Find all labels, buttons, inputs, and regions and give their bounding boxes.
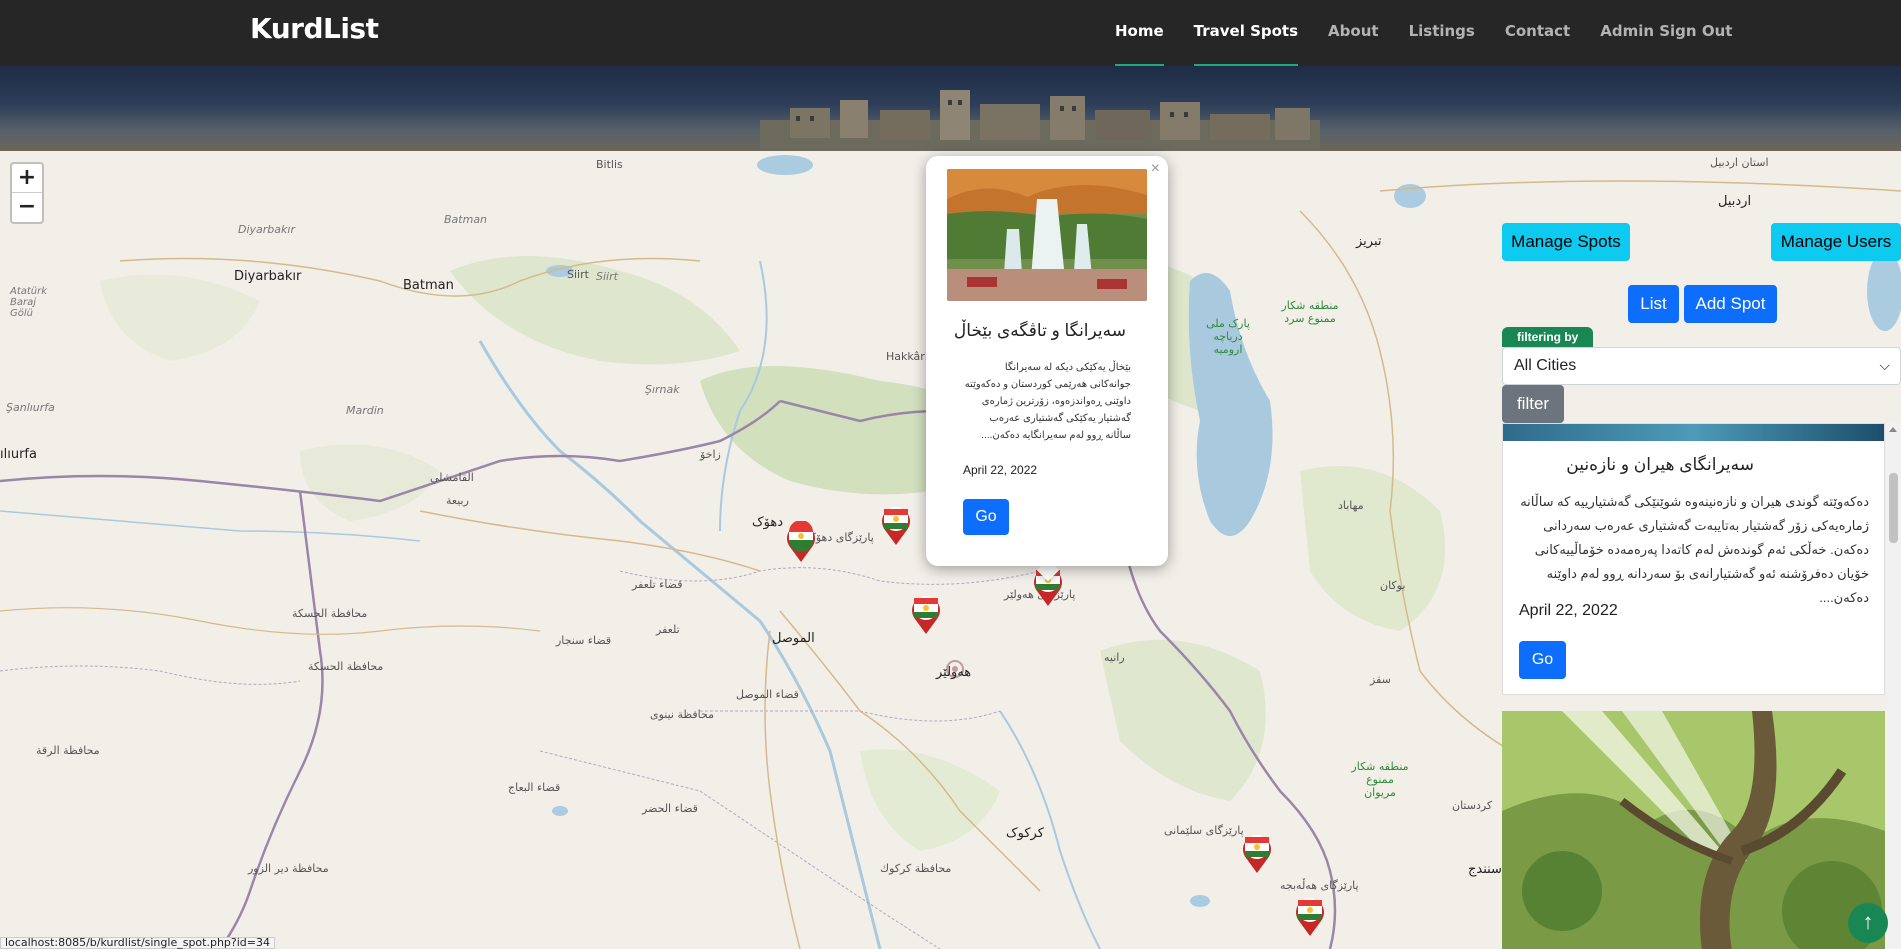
map-label-baaj: قضاء البعاج	[508, 781, 561, 794]
map-popup: × سەیرانگا و تاڤگەی بێخاڵ بێخاڵ یەکێکی د…	[926, 156, 1168, 566]
spot-card-description: دەکەوێتە گوندی هیران و نازەنینەوە شوێنێک…	[1520, 494, 1869, 605]
nav-about[interactable]: About	[1313, 0, 1394, 66]
map-label-diyarbakir: Diyarbakır	[234, 269, 302, 284]
map-label-talafar-2: تلعفر	[656, 623, 680, 636]
map-label-mahabad: مهاباد	[1338, 499, 1364, 512]
map-label-halabja-spot: پارێزگای هەڵەبجە	[1280, 879, 1359, 892]
list-button[interactable]: List	[1628, 285, 1679, 323]
map-label-hasakah-2: محافظة الحسكة	[308, 660, 384, 673]
map-label-rabia: ربیعة	[446, 494, 469, 507]
map-label-zakho: زاخۆ	[700, 448, 721, 461]
chevron-down-icon: ⌵	[1879, 357, 1890, 373]
map-label-raqqa: محافظة الرقة	[36, 744, 100, 757]
nav-admin-sign-out[interactable]: Admin Sign Out	[1585, 0, 1747, 66]
back-to-top-button[interactable]: ↑	[1848, 903, 1888, 943]
map-label-kirkuk-gov: محافظة كركوك	[880, 862, 952, 875]
nav-contact[interactable]: Contact	[1490, 0, 1585, 66]
scrollbar-thumb[interactable]	[1889, 473, 1898, 543]
spot-card-image-2	[1502, 711, 1885, 949]
map-label-bitlis: Bitlis	[596, 158, 623, 171]
map-label-siirt: Siirt	[567, 268, 589, 281]
hero-image	[0, 66, 1901, 151]
map-label-mosul: الموصل	[772, 631, 815, 646]
map-label-ninawa: محافظة نينوى	[650, 708, 715, 721]
popup-description: بێخاڵ یەکێکی دیکە لە سەیرانگا جوانەکانی …	[964, 362, 1131, 441]
map-label-hakkari: Hakkâri	[886, 350, 928, 363]
manage-users-button[interactable]: Manage Users	[1771, 223, 1901, 261]
map-label-urmia-lake-park: پارک ملی دریاچه ارومیه	[1206, 317, 1250, 356]
map-label-duhok: دهۆک	[752, 515, 783, 530]
map-label-bukan: بوکان	[1380, 579, 1406, 592]
scroll-up-arrow-icon[interactable]	[1889, 427, 1897, 432]
nav-home[interactable]: Home	[1100, 0, 1179, 66]
zoom-in-button[interactable]: +	[12, 164, 42, 193]
map-label-sinjar: قضاء سنجار	[556, 634, 612, 647]
map-label-ranya: رانیە	[1104, 651, 1125, 664]
map-marker-sulaimani[interactable]	[1240, 832, 1274, 874]
map-label-hasakah: محافظة الحسكة	[292, 607, 368, 620]
map-label-qamishli: القامشلي	[430, 471, 474, 484]
map-label-ardabil: اردبیل	[1718, 194, 1752, 209]
map-label-tabriz: تبریز	[1356, 234, 1382, 249]
map-label-talafar: قضاء تلعفر	[632, 578, 683, 591]
navbar: KurdList Home Travel Spots About Listing…	[0, 0, 1901, 66]
map-label-sanandaj: سنندج	[1468, 862, 1502, 877]
map-label-hawler: هەولێر	[936, 665, 972, 680]
filtering-by-badge: filtering by	[1502, 327, 1594, 347]
map-label-sulaimani-spot: پارێزگای سلێمانی	[1164, 824, 1244, 837]
map-label-urfa: ılıurfa	[0, 447, 37, 462]
map-marker-halabja[interactable]	[1293, 895, 1327, 937]
map-label-kirkuk: کرکوک	[1006, 826, 1044, 841]
map-zoom-control: + −	[10, 162, 44, 224]
map-label-sirnak: Şırnak	[645, 383, 680, 396]
spot-card-title: سەیرانگای هیران و نازەنین	[1566, 455, 1754, 474]
map-label-batman: Batman	[403, 278, 454, 293]
brand-logo[interactable]: KurdList	[250, 12, 379, 45]
popup-close-button[interactable]: ×	[1151, 160, 1160, 178]
map-label-protected-2: منطقه شکار ممنوع مریوان	[1351, 760, 1409, 799]
map-label-deir: محافظة دير الزور	[248, 862, 329, 875]
map-label-siirt-italic: Siirt	[596, 270, 618, 283]
browser-status-url: localhost:8085/b/kurdlist/single_spot.ph…	[0, 937, 275, 949]
map-label-saqqez: سقز	[1370, 673, 1391, 686]
spot-card-image	[1503, 424, 1884, 441]
map-label-diyarbakir-italic: Diyarbakır	[238, 223, 295, 236]
map-label-batman-italic: Batman	[444, 213, 488, 226]
spot-card-date: April 22, 2022	[1519, 602, 1618, 619]
map-marker-duhok-2[interactable]	[879, 504, 913, 546]
hero-town-silhouette	[760, 90, 1320, 151]
spots-list-scrollbar[interactable]	[1886, 423, 1901, 949]
popup-image	[947, 169, 1147, 301]
nav-links: Home Travel Spots About Listings Contact…	[1100, 0, 1747, 66]
filter-button[interactable]: filter	[1502, 385, 1564, 423]
popup-date: April 22, 2022	[963, 463, 1038, 477]
popup-go-button[interactable]: Go	[963, 499, 1009, 535]
map-label-sanliurfa: Şanlıurfa	[6, 401, 55, 414]
nav-travel-spots[interactable]: Travel Spots	[1179, 0, 1313, 66]
map-label-mardin: Mardin	[346, 404, 384, 417]
map-label-ataturk: Atatürk Baraj Gölü	[10, 286, 48, 319]
spot-card: سەیرانگای هیران و نازەنین دەکەوێتە گوندی…	[1502, 423, 1885, 695]
popup-title: سەیرانگا و تاڤگەی بێخاڵ	[953, 321, 1126, 340]
map-label-protected-1: منطقه شکار ممنوع سرد	[1281, 299, 1339, 325]
spots-list[interactable]: سەیرانگای هیران و نازەنین دەکەوێتە گوندی…	[1502, 423, 1901, 949]
map-label-hadar: قضاء الحضر	[642, 802, 698, 815]
zoom-out-button[interactable]: −	[12, 193, 42, 222]
map-label-mosul-district: قضاء الموصل	[736, 688, 799, 701]
city-select-value: All Cities	[1514, 357, 1577, 374]
city-select[interactable]: All Cities ⌵	[1502, 347, 1901, 385]
map-label-ardabil-province: استان اردبیل	[1710, 156, 1769, 169]
nav-listings[interactable]: Listings	[1394, 0, 1490, 66]
add-spot-button[interactable]: Add Spot	[1684, 285, 1777, 323]
map-marker-duhok[interactable]	[784, 521, 818, 563]
manage-spots-button[interactable]: Manage Spots	[1502, 223, 1630, 261]
map-marker-hawler[interactable]	[909, 593, 943, 635]
map-label-kurdistan: کردستان	[1452, 799, 1493, 812]
spot-card-go-button[interactable]: Go	[1519, 641, 1566, 679]
